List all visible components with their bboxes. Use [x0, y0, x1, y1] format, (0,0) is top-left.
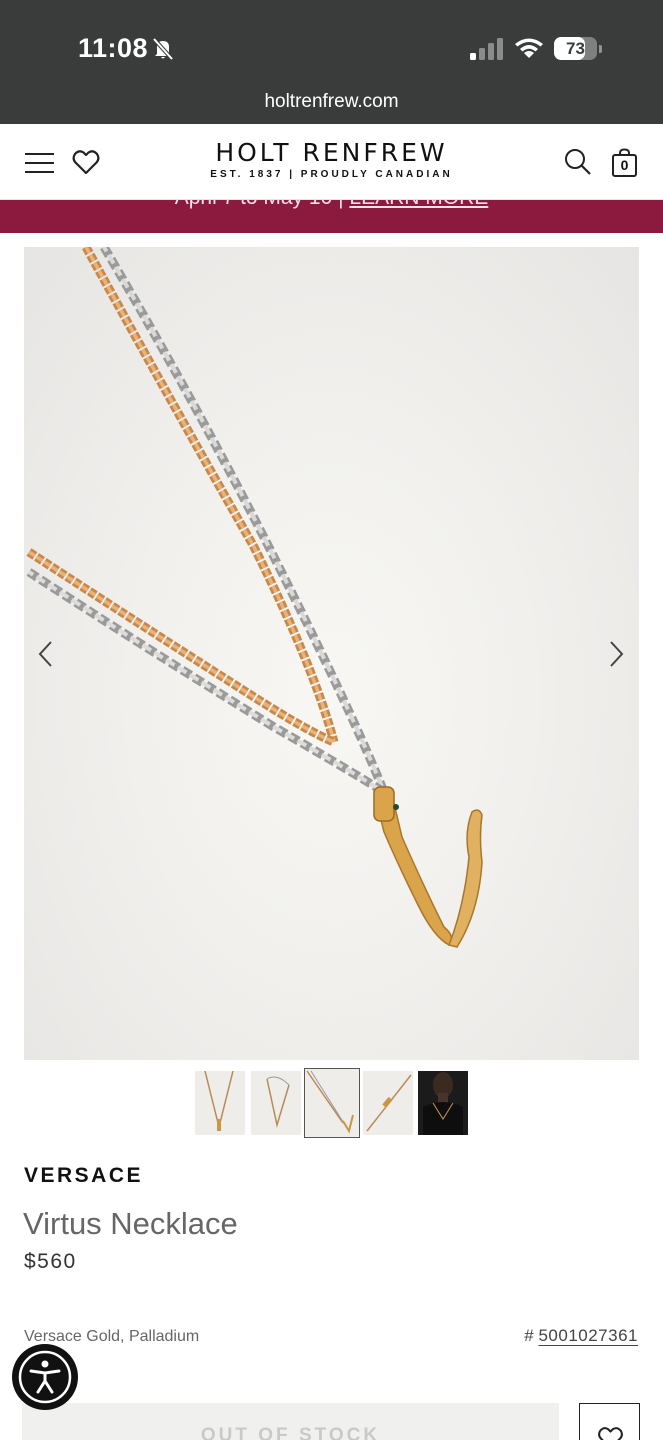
product-price: $560 [24, 1250, 77, 1273]
cellular-signal-icon [470, 38, 503, 60]
product-name: Virtus Necklace [23, 1206, 238, 1241]
sku-number: 5001027361 [538, 1326, 638, 1345]
add-to-wishlist-button[interactable] [579, 1403, 640, 1440]
thumbnail-4[interactable] [363, 1071, 413, 1135]
thumbnail-3-selected[interactable] [304, 1068, 360, 1138]
accessibility-button[interactable] [12, 1344, 78, 1410]
address-bar-url[interactable]: holtrenfrew.com [0, 91, 663, 113]
search-icon[interactable] [564, 148, 592, 176]
logo-subtitle: EST. 1837 | PROUDLY CANADIAN [210, 169, 453, 180]
bell-muted-icon [152, 37, 174, 61]
wifi-icon [515, 38, 543, 58]
product-sku: # 5001027361 [524, 1326, 638, 1346]
thumbnail-5[interactable] [418, 1071, 468, 1135]
hamburger-menu-icon[interactable] [25, 152, 54, 174]
logo-title: HOLT RENFREW [215, 138, 448, 167]
heart-icon [598, 1427, 623, 1440]
status-bar: 11:08 73 holtrenfrew.com [0, 0, 663, 124]
product-image-necklace [26, 247, 483, 948]
out-of-stock-button[interactable]: OUT OF STOCK [22, 1403, 559, 1440]
holt-renfrew-logo[interactable]: HOLT RENFREW EST. 1837 | PROUDLY CANADIA… [190, 138, 473, 180]
accessibility-icon [18, 1350, 72, 1404]
carousel-next-arrow-icon[interactable] [604, 637, 628, 671]
thumbnail-1[interactable] [195, 1071, 245, 1135]
promo-learn-more-link[interactable]: LEARN MORE [349, 200, 488, 209]
site-header: HOLT RENFREW EST. 1837 | PROUDLY CANADIA… [0, 124, 663, 200]
promo-banner: April 7 to May 10 | LEARN MORE [0, 200, 663, 233]
wishlist-heart-icon[interactable] [72, 149, 100, 175]
battery-level: 73 [566, 39, 585, 58]
product-brand[interactable]: VERSACE [24, 1164, 143, 1188]
thumbnail-2[interactable] [251, 1071, 301, 1135]
product-image-carousel[interactable] [24, 247, 639, 1060]
battery-indicator: 73 [554, 37, 602, 61]
carousel-prev-arrow-icon[interactable] [34, 637, 58, 671]
sku-prefix: # [524, 1326, 534, 1345]
promo-text: April 7 to May 10 | [175, 200, 350, 209]
bag-count: 0 [620, 157, 629, 173]
status-time: 11:08 [78, 33, 149, 63]
